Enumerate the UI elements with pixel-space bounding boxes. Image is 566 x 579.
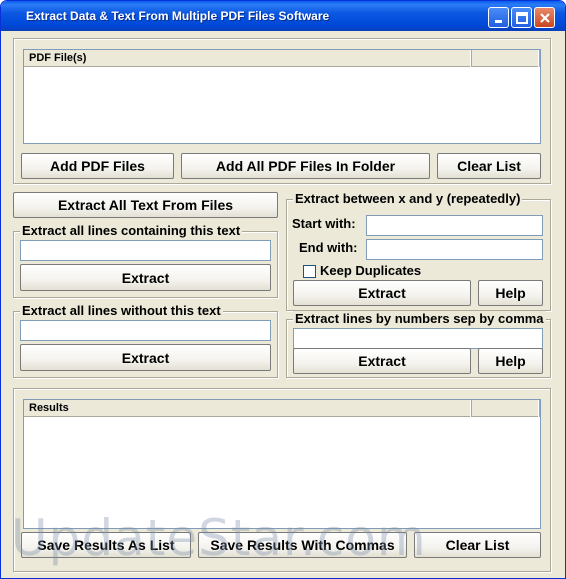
line-numbers-input[interactable] [293,328,543,349]
extract-containing-button[interactable]: Extract [20,264,271,291]
minimize-icon [495,20,502,23]
maximize-icon [516,12,528,24]
end-with-label: End with: [299,240,358,255]
containing-text-group: Extract all lines containing this text E… [13,223,278,298]
results-list[interactable]: Results [23,399,541,529]
client-area: PDF File(s) Add PDF Files Add All PDF Fi… [4,31,562,576]
close-button[interactable] [534,7,555,28]
app-window: Extract Data & Text From Multiple PDF Fi… [0,0,566,579]
title-bar[interactable]: Extract Data & Text From Multiple PDF Fi… [1,1,565,31]
line-numbers-help-button[interactable]: Help [478,348,543,374]
between-group: Extract between x and y (repeatedly) Sta… [286,191,551,311]
results-list-header: Results [24,400,540,417]
files-group: PDF File(s) Add PDF Files Add All PDF Fi… [13,38,551,184]
save-results-with-commas-button[interactable]: Save Results With Commas [198,532,407,558]
line-numbers-group: Extract lines by numbers sep by comma Ex… [286,311,551,378]
results-group: Results Save Results As List Save Result… [13,388,551,572]
results-column-header[interactable]: Results [24,400,472,417]
extract-all-text-button[interactable]: Extract All Text From Files [13,192,278,218]
pdf-files-list[interactable]: PDF File(s) [23,49,541,144]
clear-files-list-button[interactable]: Clear List [437,153,541,179]
without-text-label: Extract all lines without this text [20,303,223,318]
start-with-label: Start with: [292,216,356,231]
results-extra-column-header[interactable] [472,400,540,417]
add-pdf-files-button[interactable]: Add PDF Files [21,153,174,179]
extract-line-numbers-button[interactable]: Extract [293,348,471,374]
start-with-input[interactable] [366,215,543,236]
containing-text-label: Extract all lines containing this text [20,223,243,238]
pdf-files-list-header: PDF File(s) [24,50,540,67]
between-label: Extract between x and y (repeatedly) [293,191,523,206]
minimize-button[interactable] [488,7,509,28]
extract-between-button[interactable]: Extract [293,280,471,306]
save-results-as-list-button[interactable]: Save Results As List [21,532,191,558]
keep-duplicates-label: Keep Duplicates [320,263,422,278]
containing-text-input[interactable] [20,240,271,261]
without-text-input[interactable] [20,320,271,341]
without-text-group: Extract all lines without this text Extr… [13,303,278,378]
pdf-files-extra-column-header[interactable] [472,50,540,67]
line-numbers-label: Extract lines by numbers sep by comma [293,311,546,326]
close-icon [540,13,550,23]
pdf-files-column-header[interactable]: PDF File(s) [24,50,472,67]
between-help-button[interactable]: Help [478,280,543,306]
clear-results-list-button[interactable]: Clear List [414,532,541,558]
end-with-input[interactable] [366,239,543,260]
extract-without-button[interactable]: Extract [20,344,271,371]
maximize-button[interactable] [511,7,532,28]
keep-duplicates-checkbox[interactable] [303,265,316,278]
window-title: Extract Data & Text From Multiple PDF Fi… [26,9,330,23]
add-all-pdf-files-in-folder-button[interactable]: Add All PDF Files In Folder [181,153,430,179]
